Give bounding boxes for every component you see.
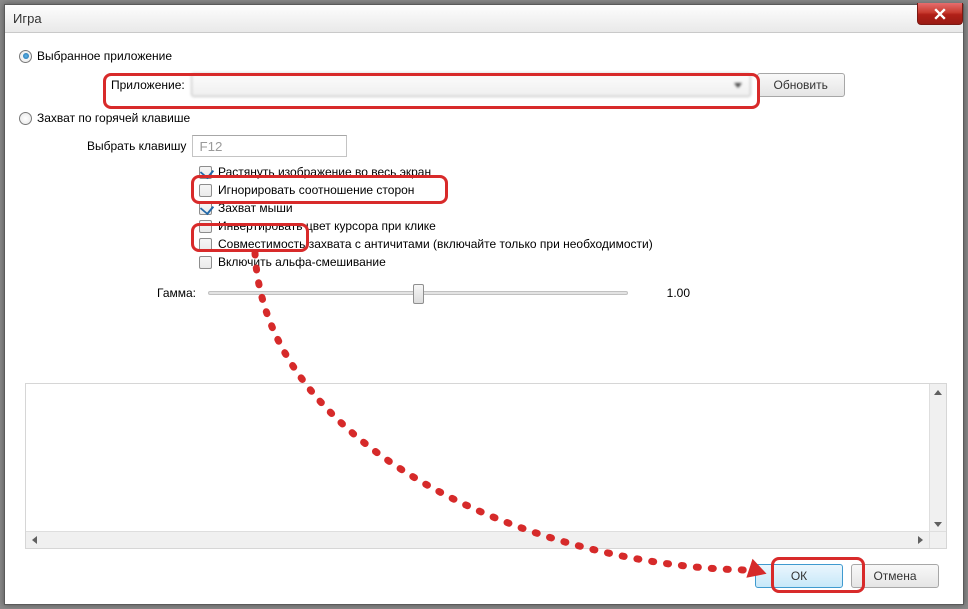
scroll-left-icon[interactable]: [26, 532, 43, 548]
ok-button-label: ОК: [791, 569, 807, 583]
refresh-button-label: Обновить: [774, 78, 828, 92]
checkbox-icon: [199, 256, 212, 269]
option-alpha[interactable]: Включить альфа-смешивание: [199, 255, 949, 269]
checkbox-icon: [199, 166, 212, 179]
checkbox-icon: [199, 184, 212, 197]
scroll-right-icon[interactable]: [912, 532, 929, 548]
radio-icon: [19, 112, 32, 125]
application-row: Приложение: Обновить: [111, 73, 949, 97]
mode-hotkey[interactable]: Захват по горячей клавише: [19, 111, 949, 125]
option-label: Захват мыши: [218, 201, 293, 215]
slider-thumb[interactable]: [413, 284, 424, 304]
gamma-slider[interactable]: [208, 281, 628, 305]
cancel-button-label: Отмена: [873, 569, 916, 583]
mode-selected-app[interactable]: Выбранное приложение: [19, 49, 949, 63]
refresh-button[interactable]: Обновить: [757, 73, 845, 97]
option-invert-cursor[interactable]: Инвертировать цвет курсора при клике: [199, 219, 949, 233]
application-dropdown[interactable]: [191, 73, 751, 97]
cancel-button[interactable]: Отмена: [851, 564, 939, 588]
gamma-label: Гамма:: [157, 286, 196, 300]
option-label: Растянуть изображение во весь экран: [218, 165, 431, 179]
hotkey-input[interactable]: [192, 135, 347, 157]
checkbox-icon: [199, 238, 212, 251]
radio-label: Захват по горячей клавише: [37, 111, 190, 125]
hotkey-row: Выбрать клавишу: [87, 135, 949, 157]
window-title: Игра: [13, 11, 42, 26]
option-label: Включить альфа-смешивание: [218, 255, 386, 269]
dialog-footer: ОК Отмена: [755, 564, 939, 588]
radio-icon: [19, 50, 32, 63]
gamma-value: 1.00: [640, 286, 690, 300]
ok-button[interactable]: ОК: [755, 564, 843, 588]
radio-label: Выбранное приложение: [37, 49, 172, 63]
close-button[interactable]: [917, 3, 963, 25]
option-capture-mouse[interactable]: Захват мыши: [199, 201, 949, 215]
application-label: Приложение:: [111, 78, 185, 92]
option-anticheat[interactable]: Совместимость захвата с античитами (вклю…: [199, 237, 949, 251]
dialog-content: Выбранное приложение Приложение: Обновит…: [5, 33, 963, 305]
option-label: Инвертировать цвет курсора при клике: [218, 219, 436, 233]
option-label: Игнорировать соотношение сторон: [218, 183, 414, 197]
hotkey-label: Выбрать клавишу: [87, 139, 186, 153]
option-ignore-ratio[interactable]: Игнорировать соотношение сторон: [199, 183, 949, 197]
vertical-scrollbar[interactable]: [929, 384, 946, 533]
scrollbar-corner: [929, 531, 946, 548]
scroll-up-icon[interactable]: [930, 384, 946, 401]
titlebar: Игра: [5, 5, 963, 33]
checkbox-icon: [199, 220, 212, 233]
close-icon: [934, 8, 946, 20]
horizontal-scrollbar[interactable]: [26, 531, 929, 548]
option-stretch[interactable]: Растянуть изображение во весь экран: [199, 165, 949, 179]
dialog-window: Игра Выбранное приложение Приложение: Об…: [4, 4, 964, 605]
preview-area: [25, 383, 947, 549]
option-label: Совместимость захвата с античитами (вклю…: [218, 237, 653, 251]
checkbox-icon: [199, 202, 212, 215]
gamma-row: Гамма: 1.00: [157, 281, 949, 305]
